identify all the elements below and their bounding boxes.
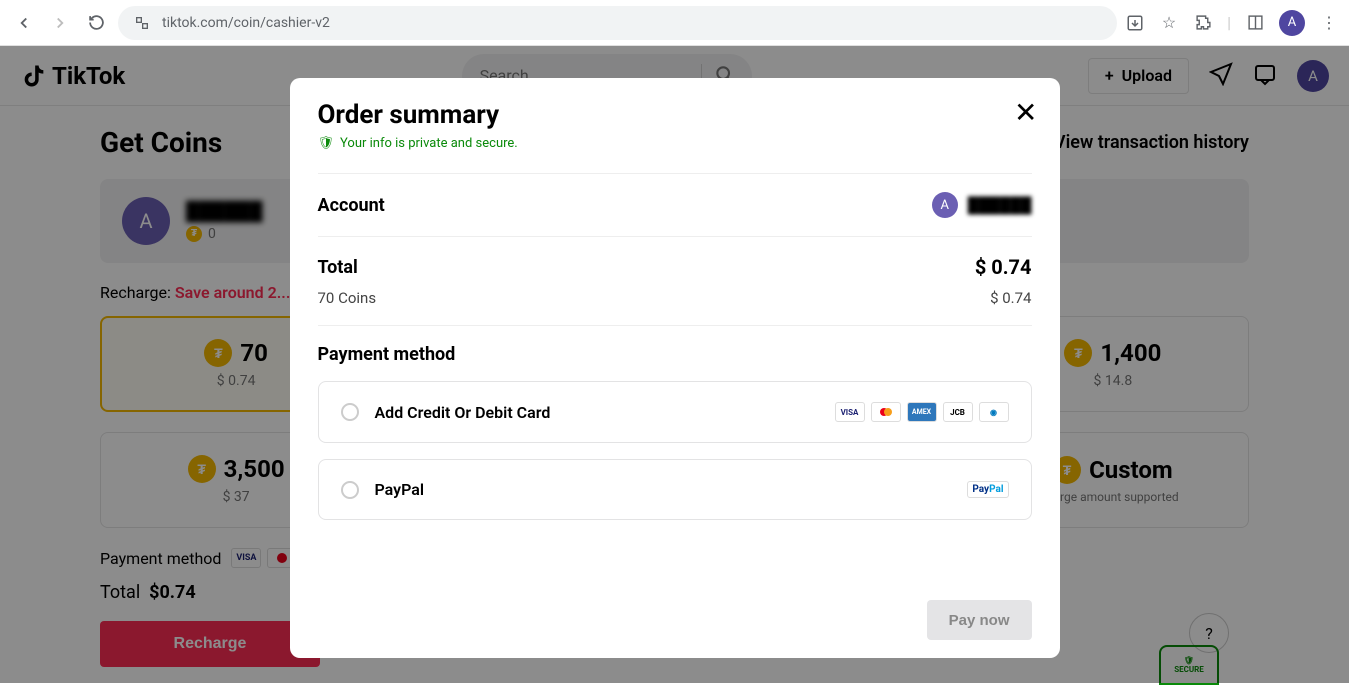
account-label: Account (318, 195, 385, 216)
modal-account-info: A ██████ (932, 192, 1032, 218)
url-text: tiktok.com/coin/cashier-v2 (162, 15, 330, 31)
visa-icon: VISA (835, 402, 865, 422)
radio-icon (341, 403, 359, 421)
browser-chrome: tiktok.com/coin/cashier-v2 ☆ | A ⋮ (0, 0, 1349, 46)
pay-now-button[interactable]: Pay now (927, 600, 1032, 640)
mastercard-icon (871, 402, 901, 422)
modal-title: Order summary (318, 100, 1032, 130)
forward-button[interactable] (46, 9, 74, 37)
bookmark-icon[interactable]: ☆ (1159, 13, 1179, 33)
reload-button[interactable] (82, 9, 110, 37)
amex-icon: AMEX (907, 402, 937, 422)
install-icon[interactable] (1125, 13, 1145, 33)
paypal-icon: PayPal (967, 481, 1008, 498)
url-bar[interactable]: tiktok.com/coin/cashier-v2 (118, 6, 1117, 40)
payment-option-paypal[interactable]: PayPal PayPal (318, 459, 1032, 520)
extensions-icon[interactable] (1193, 13, 1213, 33)
diners-icon: ◉ (979, 402, 1009, 422)
modal-account-name: ██████ (968, 196, 1032, 214)
total-label: Total (318, 257, 358, 278)
payment-card-label: Add Credit Or Debit Card (375, 403, 551, 422)
radio-icon (341, 481, 359, 499)
modal-avatar: A (932, 192, 958, 218)
payment-paypal-label: PayPal (375, 480, 425, 499)
menu-icon[interactable]: ⋮ (1319, 13, 1339, 33)
coins-line: 70 Coins (318, 289, 377, 307)
profile-avatar[interactable]: A (1279, 10, 1305, 36)
total-amount: $ 0.74 (975, 255, 1032, 279)
back-button[interactable] (10, 9, 38, 37)
jcb-icon: JCB (943, 402, 973, 422)
payment-method-label: Payment method (318, 344, 1032, 365)
coins-price: $ 0.74 (990, 289, 1031, 307)
secure-message: 🛡 Your info is private and secure. (318, 136, 1032, 151)
panel-icon[interactable] (1245, 13, 1265, 33)
site-info-icon[interactable] (132, 13, 152, 33)
order-summary-modal: ✕ Order summary 🛡 Your info is private a… (290, 78, 1060, 658)
shield-icon: 🛡 (318, 136, 335, 151)
close-button[interactable]: ✕ (1014, 96, 1037, 129)
payment-option-card[interactable]: Add Credit Or Debit Card VISA AMEX JCB ◉ (318, 381, 1032, 443)
modal-overlay: ✕ Order summary 🛡 Your info is private a… (0, 46, 1349, 683)
